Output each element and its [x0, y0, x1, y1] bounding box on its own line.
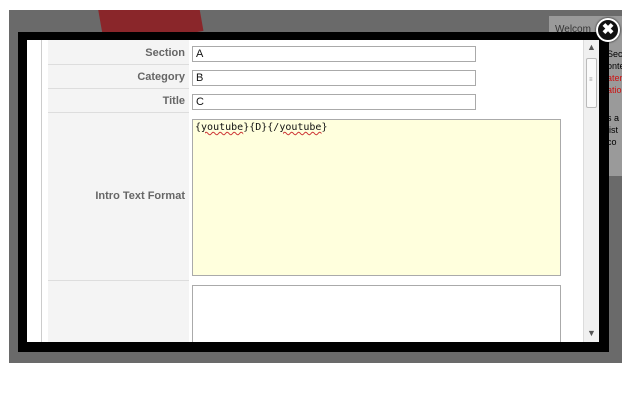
background-text-fragment: Sec — [607, 49, 622, 59]
background-text-fragment: ation — [607, 85, 622, 95]
scroll-down-icon[interactable]: ▼ — [584, 326, 599, 340]
editor-text: }{D}{/ — [243, 122, 280, 133]
background-text-fragment: ater — [607, 73, 622, 83]
background-text-fragment: onte — [607, 61, 622, 71]
row-divider — [48, 88, 189, 89]
editor-text: youtube — [201, 122, 244, 133]
title-label: Title — [162, 95, 185, 107]
close-icon[interactable]: ✖ — [596, 18, 620, 42]
title-input[interactable] — [192, 94, 476, 110]
form-left-border — [41, 40, 42, 342]
full-text-editor[interactable] — [192, 285, 561, 342]
section-input[interactable] — [192, 46, 476, 62]
modal-content: Section Category Title Intro Text Format… — [27, 40, 599, 342]
category-input[interactable] — [192, 70, 476, 86]
row-divider — [48, 112, 189, 113]
editor-text: youtube — [279, 122, 322, 133]
category-label: Category — [137, 71, 185, 83]
row-divider — [48, 64, 189, 65]
grip-icon: ≡ — [589, 77, 593, 83]
scroll-up-icon[interactable]: ▲ — [584, 40, 599, 54]
section-label: Section — [145, 47, 185, 59]
row-divider — [48, 280, 189, 281]
scrollbar-thumb[interactable]: ≡ — [586, 58, 597, 108]
intro-text-format-label: Intro Text Format — [95, 190, 185, 202]
editor-text: } — [321, 122, 328, 133]
modal-scrollbar[interactable]: ▲ ≡ ▼ — [583, 40, 599, 342]
intro-text-format-editor[interactable]: {youtube}{D}{/youtube} — [192, 119, 561, 276]
